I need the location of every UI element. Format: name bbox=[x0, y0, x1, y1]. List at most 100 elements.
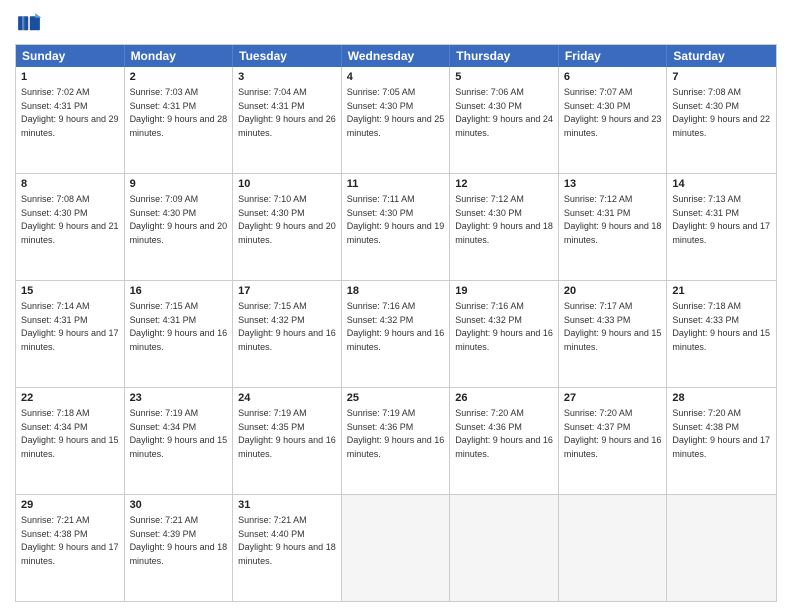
day-number: 2 bbox=[130, 70, 228, 85]
day-number: 6 bbox=[564, 70, 662, 85]
cal-cell-day-25: 25 Sunrise: 7:19 AM Sunset: 4:36 PM Dayli… bbox=[342, 388, 451, 494]
cal-week-2: 8 Sunrise: 7:08 AM Sunset: 4:30 PM Daylig… bbox=[16, 173, 776, 280]
cal-cell-day-1: 1 Sunrise: 7:02 AM Sunset: 4:31 PM Daylig… bbox=[16, 67, 125, 173]
day-number: 19 bbox=[455, 284, 553, 299]
cal-header-saturday: Saturday bbox=[667, 45, 776, 67]
day-number: 25 bbox=[347, 391, 445, 406]
cell-info: Sunrise: 7:19 AM Sunset: 4:35 PM Dayligh… bbox=[238, 408, 336, 459]
day-number: 8 bbox=[21, 177, 119, 192]
cell-info: Sunrise: 7:03 AM Sunset: 4:31 PM Dayligh… bbox=[130, 87, 228, 138]
cal-cell-day-6: 6 Sunrise: 7:07 AM Sunset: 4:30 PM Daylig… bbox=[559, 67, 668, 173]
cal-cell-day-20: 20Sunrise: 7:17 AM Sunset: 4:33 PM Dayli… bbox=[559, 281, 668, 387]
day-number: 21 bbox=[672, 284, 771, 299]
cal-cell-day-16: 16 Sunrise: 7:15 AM Sunset: 4:31 PM Dayli… bbox=[125, 281, 234, 387]
cal-cell-day-28: 28Sunrise: 7:20 AM Sunset: 4:38 PM Dayli… bbox=[667, 388, 776, 494]
day-number: 3 bbox=[238, 70, 336, 85]
cal-cell-empty bbox=[667, 495, 776, 601]
cell-info: Sunrise: 7:02 AM Sunset: 4:31 PM Dayligh… bbox=[21, 87, 119, 138]
cal-header-wednesday: Wednesday bbox=[342, 45, 451, 67]
cell-info: Sunrise: 7:11 AM Sunset: 4:30 PM Dayligh… bbox=[347, 194, 445, 245]
cal-cell-empty bbox=[450, 495, 559, 601]
day-number: 16 bbox=[130, 284, 228, 299]
cal-cell-day-8: 8 Sunrise: 7:08 AM Sunset: 4:30 PM Daylig… bbox=[16, 174, 125, 280]
calendar: SundayMondayTuesdayWednesdayThursdayFrid… bbox=[15, 44, 777, 602]
cell-info: Sunrise: 7:20 AM Sunset: 4:37 PM Dayligh… bbox=[564, 408, 662, 459]
cal-cell-day-26: 26Sunrise: 7:20 AM Sunset: 4:36 PM Dayli… bbox=[450, 388, 559, 494]
calendar-body: 1 Sunrise: 7:02 AM Sunset: 4:31 PM Daylig… bbox=[16, 67, 776, 601]
day-number: 15 bbox=[21, 284, 119, 299]
logo-icon bbox=[15, 10, 43, 38]
day-number: 22 bbox=[21, 391, 119, 406]
cal-cell-day-24: 24 Sunrise: 7:19 AM Sunset: 4:35 PM Dayli… bbox=[233, 388, 342, 494]
cal-cell-day-30: 30 Sunrise: 7:21 AM Sunset: 4:39 PM Dayli… bbox=[125, 495, 234, 601]
cell-info: Sunrise: 7:19 AM Sunset: 4:36 PM Dayligh… bbox=[347, 408, 445, 459]
cal-cell-day-10: 10 Sunrise: 7:10 AM Sunset: 4:30 PM Dayli… bbox=[233, 174, 342, 280]
day-number: 5 bbox=[455, 70, 553, 85]
day-number: 26 bbox=[455, 391, 553, 406]
cell-info: Sunrise: 7:15 AM Sunset: 4:32 PM Dayligh… bbox=[238, 301, 336, 352]
day-number: 9 bbox=[130, 177, 228, 192]
day-number: 31 bbox=[238, 498, 336, 513]
cal-week-4: 22 Sunrise: 7:18 AM Sunset: 4:34 PM Dayli… bbox=[16, 387, 776, 494]
day-number: 23 bbox=[130, 391, 228, 406]
cell-info: Sunrise: 7:12 AM Sunset: 4:31 PM Dayligh… bbox=[564, 194, 662, 245]
page: SundayMondayTuesdayWednesdayThursdayFrid… bbox=[0, 0, 792, 612]
cell-info: Sunrise: 7:07 AM Sunset: 4:30 PM Dayligh… bbox=[564, 87, 662, 138]
cal-cell-day-11: 11 Sunrise: 7:11 AM Sunset: 4:30 PM Dayli… bbox=[342, 174, 451, 280]
cal-cell-day-14: 14 Sunrise: 7:13 AM Sunset: 4:31 PM Dayli… bbox=[667, 174, 776, 280]
cal-header-monday: Monday bbox=[125, 45, 234, 67]
cal-cell-day-19: 19 Sunrise: 7:16 AM Sunset: 4:32 PM Dayli… bbox=[450, 281, 559, 387]
day-number: 24 bbox=[238, 391, 336, 406]
cell-info: Sunrise: 7:15 AM Sunset: 4:31 PM Dayligh… bbox=[130, 301, 228, 352]
cal-cell-day-7: 7 Sunrise: 7:08 AM Sunset: 4:30 PM Daylig… bbox=[667, 67, 776, 173]
cell-info: Sunrise: 7:10 AM Sunset: 4:30 PM Dayligh… bbox=[238, 194, 336, 245]
cell-info: Sunrise: 7:18 AM Sunset: 4:33 PM Dayligh… bbox=[672, 301, 770, 352]
cell-info: Sunrise: 7:13 AM Sunset: 4:31 PM Dayligh… bbox=[672, 194, 770, 245]
cell-info: Sunrise: 7:20 AM Sunset: 4:38 PM Dayligh… bbox=[672, 408, 770, 459]
cell-info: Sunrise: 7:05 AM Sunset: 4:30 PM Dayligh… bbox=[347, 87, 445, 138]
cal-cell-day-23: 23 Sunrise: 7:19 AM Sunset: 4:34 PM Dayli… bbox=[125, 388, 234, 494]
day-number: 30 bbox=[130, 498, 228, 513]
cal-week-5: 29 Sunrise: 7:21 AM Sunset: 4:38 PM Dayli… bbox=[16, 494, 776, 601]
cell-info: Sunrise: 7:16 AM Sunset: 4:32 PM Dayligh… bbox=[455, 301, 553, 352]
cal-cell-day-21: 21 Sunrise: 7:18 AM Sunset: 4:33 PM Dayli… bbox=[667, 281, 776, 387]
day-number: 10 bbox=[238, 177, 336, 192]
cell-info: Sunrise: 7:21 AM Sunset: 4:39 PM Dayligh… bbox=[130, 515, 228, 566]
cal-cell-day-15: 15 Sunrise: 7:14 AM Sunset: 4:31 PM Dayli… bbox=[16, 281, 125, 387]
cell-info: Sunrise: 7:12 AM Sunset: 4:30 PM Dayligh… bbox=[455, 194, 553, 245]
cell-info: Sunrise: 7:16 AM Sunset: 4:32 PM Dayligh… bbox=[347, 301, 445, 352]
cal-cell-day-27: 27Sunrise: 7:20 AM Sunset: 4:37 PM Dayli… bbox=[559, 388, 668, 494]
cell-info: Sunrise: 7:14 AM Sunset: 4:31 PM Dayligh… bbox=[21, 301, 119, 352]
cell-info: Sunrise: 7:17 AM Sunset: 4:33 PM Dayligh… bbox=[564, 301, 662, 352]
day-number: 11 bbox=[347, 177, 445, 192]
header bbox=[15, 10, 777, 38]
cal-cell-day-9: 9 Sunrise: 7:09 AM Sunset: 4:30 PM Daylig… bbox=[125, 174, 234, 280]
cal-cell-empty bbox=[559, 495, 668, 601]
day-number: 13 bbox=[564, 177, 662, 192]
cal-cell-day-29: 29 Sunrise: 7:21 AM Sunset: 4:38 PM Dayli… bbox=[16, 495, 125, 601]
cell-info: Sunrise: 7:19 AM Sunset: 4:34 PM Dayligh… bbox=[130, 408, 228, 459]
cal-week-1: 1 Sunrise: 7:02 AM Sunset: 4:31 PM Daylig… bbox=[16, 67, 776, 173]
cal-cell-day-22: 22 Sunrise: 7:18 AM Sunset: 4:34 PM Dayli… bbox=[16, 388, 125, 494]
cal-header-sunday: Sunday bbox=[16, 45, 125, 67]
cell-info: Sunrise: 7:21 AM Sunset: 4:40 PM Dayligh… bbox=[238, 515, 336, 566]
cal-cell-day-12: 12 Sunrise: 7:12 AM Sunset: 4:30 PM Dayli… bbox=[450, 174, 559, 280]
cal-cell-day-13: 13 Sunrise: 7:12 AM Sunset: 4:31 PM Dayli… bbox=[559, 174, 668, 280]
day-number: 1 bbox=[21, 70, 119, 85]
day-number: 7 bbox=[672, 70, 771, 85]
day-number: 17 bbox=[238, 284, 336, 299]
cal-cell-day-17: 17 Sunrise: 7:15 AM Sunset: 4:32 PM Dayli… bbox=[233, 281, 342, 387]
day-number: 12 bbox=[455, 177, 553, 192]
day-number: 14 bbox=[672, 177, 771, 192]
cell-info: Sunrise: 7:08 AM Sunset: 4:30 PM Dayligh… bbox=[21, 194, 119, 245]
cal-week-3: 15 Sunrise: 7:14 AM Sunset: 4:31 PM Dayli… bbox=[16, 280, 776, 387]
cal-cell-day-3: 3Sunrise: 7:04 AM Sunset: 4:31 PM Daylig… bbox=[233, 67, 342, 173]
cell-info: Sunrise: 7:21 AM Sunset: 4:38 PM Dayligh… bbox=[21, 515, 119, 566]
cell-info: Sunrise: 7:09 AM Sunset: 4:30 PM Dayligh… bbox=[130, 194, 228, 245]
day-number: 29 bbox=[21, 498, 119, 513]
day-number: 4 bbox=[347, 70, 445, 85]
cal-cell-day-4: 4 Sunrise: 7:05 AM Sunset: 4:30 PM Daylig… bbox=[342, 67, 451, 173]
cal-cell-day-2: 2 Sunrise: 7:03 AM Sunset: 4:31 PM Daylig… bbox=[125, 67, 234, 173]
cell-info: Sunrise: 7:08 AM Sunset: 4:30 PM Dayligh… bbox=[672, 87, 770, 138]
cell-info: Sunrise: 7:18 AM Sunset: 4:34 PM Dayligh… bbox=[21, 408, 119, 459]
